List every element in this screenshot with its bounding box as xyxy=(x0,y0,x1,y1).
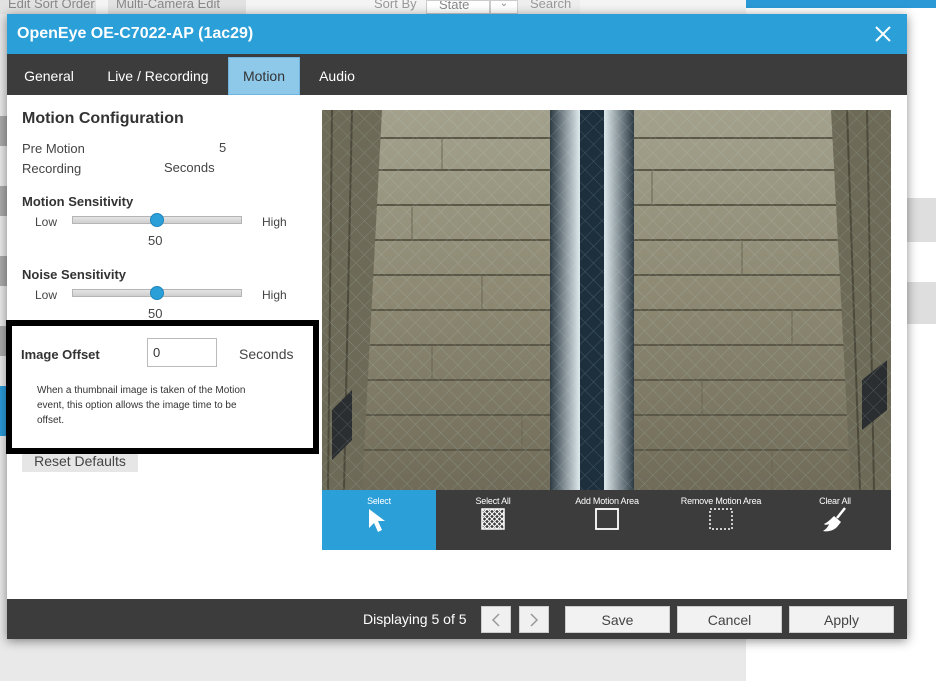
background-list-row xyxy=(906,282,936,324)
image-offset-help: When a thumbnail image is taken of the M… xyxy=(37,385,246,426)
motion-sensitivity-handle[interactable] xyxy=(150,213,164,227)
dialog-titlebar: OpenEye OE-C7022-AP (1ac29) xyxy=(7,14,907,54)
background-toolbar: Edit Sort Order Multi-Camera Edit Sort B… xyxy=(0,0,746,14)
pre-motion-label: Pre Motion Recording xyxy=(22,141,85,176)
pre-motion-unit: Seconds xyxy=(164,160,215,175)
tab-audio[interactable]: Audio xyxy=(307,57,367,95)
cancel-button[interactable]: Cancel xyxy=(677,606,782,633)
background-right-header xyxy=(746,0,936,8)
cursor-arrow-icon xyxy=(365,506,393,534)
save-button[interactable]: Save xyxy=(565,606,670,633)
noise-sensitivity-low-label: Low xyxy=(35,288,58,302)
image-offset-input[interactable] xyxy=(147,338,217,367)
next-camera-button[interactable] xyxy=(519,606,549,633)
pagination-status: Displaying 5 of 5 xyxy=(363,611,467,627)
camera-image xyxy=(322,110,891,490)
tab-motion[interactable]: Motion xyxy=(228,57,300,95)
image-offset-label: Image Offset xyxy=(21,347,100,362)
broom-icon xyxy=(821,506,849,534)
noise-sensitivity-slider[interactable] xyxy=(72,286,242,300)
dashed-square-icon xyxy=(707,506,735,534)
grid-select-all-icon xyxy=(479,506,507,534)
multi-camera-edit-button[interactable]: Multi-Camera Edit xyxy=(108,0,246,14)
noise-sensitivity-high-label: High xyxy=(262,288,287,302)
chevron-right-icon xyxy=(530,613,539,627)
add-motion-area-tool[interactable]: Add Motion Area xyxy=(550,490,664,550)
background-list-row xyxy=(906,198,936,242)
tab-general[interactable]: General xyxy=(11,57,87,95)
edit-sort-order-button[interactable]: Edit Sort Order xyxy=(0,0,96,14)
previous-camera-button[interactable] xyxy=(481,606,511,633)
camera-settings-dialog: OpenEye OE-C7022-AP (1ac29) General Live… xyxy=(6,14,907,639)
motion-sensitivity-value: 50 xyxy=(148,233,163,248)
remove-motion-area-tool-label: Remove Motion Area xyxy=(680,496,762,506)
sort-by-select[interactable]: State xyxy=(426,0,490,14)
motion-sensitivity-low-label: Low xyxy=(35,215,58,229)
image-offset-unit: Seconds xyxy=(239,346,294,362)
motion-sensitivity-title: Motion Sensitivity xyxy=(22,194,134,209)
tab-live-recording[interactable]: Live / Recording xyxy=(97,57,219,95)
chevron-left-icon xyxy=(491,613,500,627)
remove-motion-area-tool[interactable]: Remove Motion Area xyxy=(664,490,778,550)
clear-all-tool[interactable]: Clear All xyxy=(778,490,892,550)
square-outline-icon xyxy=(593,506,621,534)
motion-sensitivity-high-label: High xyxy=(262,215,287,229)
search-input[interactable]: Search xyxy=(518,0,580,14)
sort-by-label: Sort By xyxy=(374,0,417,11)
close-icon[interactable] xyxy=(873,24,893,44)
camera-preview[interactable] xyxy=(322,110,891,490)
pre-motion-value[interactable]: 5 xyxy=(219,140,226,155)
select-all-tool[interactable]: Select All xyxy=(436,490,550,550)
tab-bar: General Live / Recording Motion Audio xyxy=(7,54,907,95)
noise-sensitivity-handle[interactable] xyxy=(150,286,164,300)
dialog-title: OpenEye OE-C7022-AP (1ac29) xyxy=(17,25,254,42)
select-tool[interactable]: Select xyxy=(322,490,436,550)
motion-sensitivity-slider[interactable] xyxy=(72,213,242,227)
apply-button[interactable]: Apply xyxy=(789,606,894,633)
select-all-tool-label: Select All xyxy=(475,496,511,506)
chevron-down-icon[interactable]: ⌄ xyxy=(490,0,518,14)
dialog-footer: Displaying 5 of 5 Save Cancel Apply xyxy=(7,599,907,639)
add-motion-area-tool-label: Add Motion Area xyxy=(575,496,639,506)
select-tool-label: Select xyxy=(367,496,391,506)
clear-all-tool-label: Clear All xyxy=(819,496,851,506)
noise-sensitivity-title: Noise Sensitivity xyxy=(22,267,127,282)
section-title: Motion Configuration xyxy=(22,110,184,127)
noise-sensitivity-value: 50 xyxy=(148,306,163,321)
image-offset-highlight: Image Offset Seconds When a thumbnail im… xyxy=(6,320,319,454)
motion-area-toolbar: Select Select All Add Motion Area Remove… xyxy=(322,490,891,550)
